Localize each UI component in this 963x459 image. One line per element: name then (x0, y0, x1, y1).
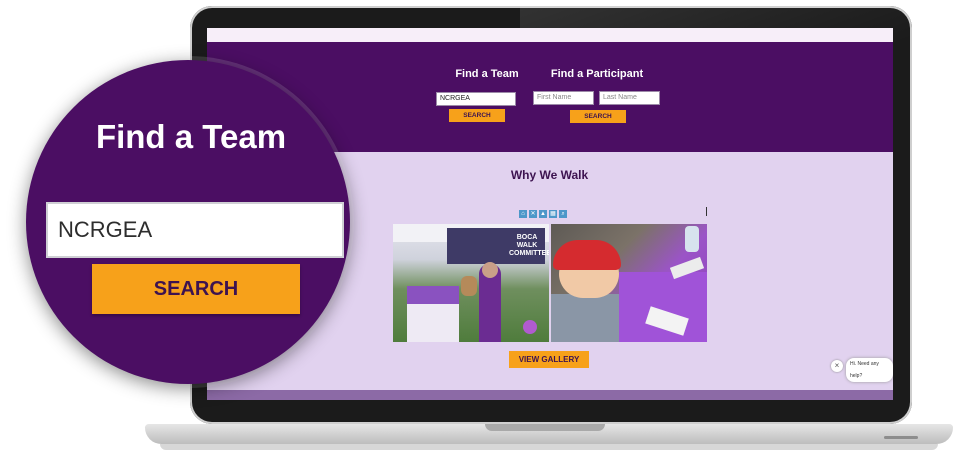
gallery-toolbar: ⌂ ✕ ▲ ▦ ⌕ (519, 210, 581, 220)
zoom-magnifier: Find a Team NCRGEA SEARCH (26, 60, 350, 384)
gallery-photo-1[interactable]: BOCA WALK COMMITTEE (393, 224, 549, 342)
committee-sign-text: BOCA WALK COMMITTEE (509, 234, 549, 258)
laptop-notch (485, 424, 605, 431)
search-icon[interactable]: ⌕ (559, 210, 567, 218)
sign-line-1: BOCA WALK (516, 234, 538, 249)
sign-line-2: COMMITTEE (509, 250, 549, 257)
footer-band (207, 390, 893, 400)
zoom-search-button[interactable]: SEARCH (92, 264, 300, 314)
laptop-mark (884, 436, 918, 439)
last-name-input[interactable]: Last Name (599, 91, 660, 105)
x-icon[interactable]: ✕ (529, 210, 537, 218)
red-cap (553, 240, 621, 270)
top-strip (207, 28, 893, 42)
find-participant-heading: Find a Participant (550, 68, 644, 80)
upload-icon[interactable]: ▲ (539, 210, 547, 218)
zoom-team-name-input[interactable]: NCRGEA (46, 202, 344, 258)
walker-face (482, 262, 498, 278)
view-gallery-button[interactable]: VIEW GALLERY (509, 351, 589, 368)
team-name-input[interactable]: NCRGEA (436, 92, 516, 106)
flower (523, 320, 537, 334)
why-we-walk-heading: Why We Walk (510, 168, 589, 182)
dog (461, 276, 477, 296)
water-bottle (685, 226, 699, 252)
laptop-foot (160, 444, 938, 450)
find-participant-search-button[interactable]: SEARCH (570, 110, 626, 123)
grid-icon[interactable]: ▦ (549, 210, 557, 218)
zoom-find-team-heading: Find a Team (95, 118, 287, 155)
find-team-heading: Find a Team (455, 68, 519, 80)
poster-header (407, 286, 459, 304)
gallery-cursor (706, 207, 707, 216)
chat-bubble[interactable]: Hi. Need any help? (846, 358, 893, 382)
purple-table (619, 272, 707, 342)
chat-close-button[interactable]: × (831, 360, 843, 372)
gallery-photo-2[interactable] (551, 224, 707, 342)
find-team-search-button[interactable]: SEARCH (449, 109, 505, 122)
home-icon[interactable]: ⌂ (519, 210, 527, 218)
first-name-input[interactable]: First Name (533, 91, 594, 105)
